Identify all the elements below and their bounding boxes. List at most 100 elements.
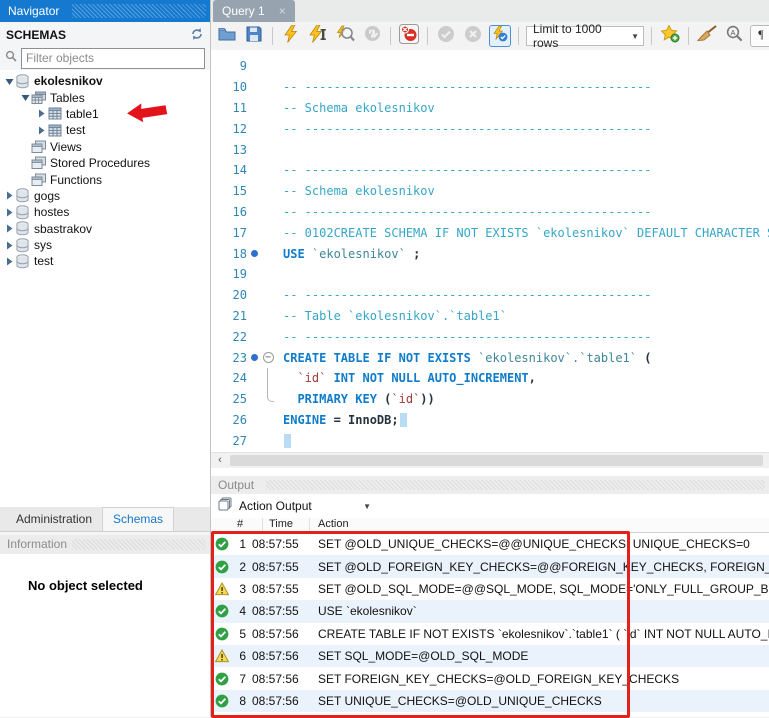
- save-icon: [246, 26, 262, 47]
- toggle-autocommit-button[interactable]: [489, 25, 511, 47]
- row-index: 8: [229, 694, 246, 708]
- tab-schemas[interactable]: Schemas: [102, 507, 174, 531]
- sql-editor[interactable]: 910-- ----------------------------------…: [211, 50, 769, 452]
- chevron-down-icon: ▼: [631, 32, 639, 41]
- code-text: -- -------------------------------------…: [275, 205, 651, 219]
- save-snippet-button[interactable]: [659, 25, 681, 47]
- tree-item-label: Views: [47, 140, 82, 154]
- editor-horizontal-scrollbar[interactable]: ‹: [211, 452, 769, 468]
- line-number: 17: [211, 226, 247, 240]
- row-time: 08:57:55: [252, 537, 308, 551]
- tree-collapsed-icon[interactable]: [36, 109, 46, 118]
- code-text: -- 0102CREATE SCHEMA IF NOT EXISTS `ekol…: [275, 226, 769, 240]
- row-index: 4: [229, 604, 246, 618]
- line-number: 27: [211, 434, 247, 448]
- code-text: [275, 434, 291, 448]
- success-icon: [215, 672, 229, 686]
- row-action: CREATE TABLE IF NOT EXISTS `ekolesnikov`…: [318, 627, 769, 641]
- line-number: 12: [211, 122, 247, 136]
- query-tab-label: Query 1: [222, 4, 265, 18]
- tree-item-test[interactable]: test: [0, 253, 210, 269]
- row-time: 08:57:56: [252, 649, 308, 663]
- output-row[interactable]: 408:57:55USE `ekolesnikov`: [211, 600, 769, 622]
- tree-collapsed-icon[interactable]: [4, 191, 14, 200]
- no-object-selected-text: No object selected: [28, 578, 210, 593]
- fold-column: [261, 222, 275, 243]
- text-caret: [284, 434, 291, 448]
- tree-collapsed-icon[interactable]: [4, 208, 14, 217]
- tree-collapsed-icon[interactable]: [4, 224, 14, 233]
- output-grid: 108:57:55SET @OLD_UNIQUE_CHECKS=@@UNIQUE…: [211, 533, 769, 713]
- scroll-left-button[interactable]: ‹: [213, 454, 227, 467]
- scrollbar-thumb[interactable]: [230, 455, 763, 466]
- tab-query1[interactable]: Query 1 ×: [213, 0, 295, 22]
- tree-item-label: sys: [31, 238, 52, 252]
- fold-column: [261, 77, 275, 98]
- tree-item-sys[interactable]: sys: [0, 237, 210, 253]
- execute-button[interactable]: [280, 25, 302, 47]
- tree-collapsed-icon[interactable]: [4, 241, 14, 250]
- tree-item-tables[interactable]: Tables: [0, 89, 210, 105]
- filter-row: [0, 46, 210, 70]
- line-number: 16: [211, 205, 247, 219]
- tree-collapsed-icon[interactable]: [4, 257, 14, 266]
- information-hatch: [72, 539, 206, 550]
- svg-text:¶: ¶: [758, 27, 764, 40]
- tree-item-sbastrakov[interactable]: sbastrakov: [0, 221, 210, 237]
- output-row[interactable]: 108:57:55SET @OLD_UNIQUE_CHECKS=@@UNIQUE…: [211, 533, 769, 555]
- column-index: #: [211, 518, 263, 532]
- editor-tab-bar: Query 1 ×: [211, 0, 769, 22]
- tree-item-views[interactable]: Views: [0, 139, 210, 155]
- toggle-stop-on-error-button[interactable]: [398, 25, 420, 47]
- tree-item-ekolesnikov[interactable]: ekolesnikov: [0, 73, 210, 89]
- stop-button[interactable]: [361, 25, 383, 47]
- editor-line-27: 27: [211, 430, 769, 451]
- refresh-schemas-icon[interactable]: [190, 27, 204, 44]
- output-row[interactable]: 808:57:56SET UNIQUE_CHECKS=@OLD_UNIQUE_C…: [211, 690, 769, 712]
- sql-editor-toolbar: Limit to 1000 rows▼A¶: [211, 22, 769, 51]
- commit-button[interactable]: [435, 25, 457, 47]
- fold-collapse-icon[interactable]: −: [261, 347, 275, 368]
- tree-expanded-icon[interactable]: [4, 77, 14, 86]
- tree-item-gogs[interactable]: gogs: [0, 188, 210, 204]
- output-row[interactable]: 508:57:56CREATE TABLE IF NOT EXISTS `eko…: [211, 623, 769, 645]
- beautify-button[interactable]: [696, 25, 718, 47]
- success-icon: [215, 560, 229, 574]
- tree-item-hostes[interactable]: hostes: [0, 204, 210, 220]
- tree-collapsed-icon[interactable]: [36, 126, 46, 135]
- database-icon: [14, 254, 31, 269]
- find-button[interactable]: A: [723, 25, 745, 47]
- tree-item-test[interactable]: test: [0, 122, 210, 138]
- tree-item-table1[interactable]: table1: [0, 106, 210, 122]
- text-caret: [400, 413, 407, 427]
- line-number: 18: [211, 247, 247, 261]
- line-number: 11: [211, 101, 247, 115]
- explain-button[interactable]: [334, 25, 356, 47]
- tab-administration[interactable]: Administration: [6, 508, 102, 531]
- open-script-button[interactable]: [216, 25, 238, 47]
- code-text: -- Table `ekolesnikov`.`table1`: [275, 309, 507, 323]
- tree-item-functions[interactable]: Functions: [0, 171, 210, 187]
- code-text: -- -------------------------------------…: [275, 330, 651, 344]
- rollback-button[interactable]: [462, 25, 484, 47]
- toolbar-separator: [518, 27, 519, 45]
- success-icon: [215, 627, 229, 641]
- output-row[interactable]: 308:57:55SET @OLD_SQL_MODE=@@SQL_MODE, S…: [211, 578, 769, 600]
- line-number: 21: [211, 309, 247, 323]
- tree-expanded-icon[interactable]: [20, 93, 30, 102]
- tree-item-stored-procedures[interactable]: Stored Procedures: [0, 155, 210, 171]
- output-row[interactable]: 208:57:55SET @OLD_FOREIGN_KEY_CHECKS=@@F…: [211, 555, 769, 577]
- table-icon: [46, 107, 63, 120]
- output-row[interactable]: 708:57:56SET FOREIGN_KEY_CHECKS=@OLD_FOR…: [211, 667, 769, 689]
- filter-objects-input[interactable]: [21, 48, 205, 69]
- save-script-button[interactable]: [243, 25, 265, 47]
- limit-rows-dropdown[interactable]: Limit to 1000 rows▼: [526, 26, 644, 46]
- execute-current-button[interactable]: [307, 25, 329, 47]
- show-invisibles-button[interactable]: ¶: [750, 25, 769, 47]
- output-view-select[interactable]: Action Output ▼: [239, 499, 371, 513]
- close-tab-icon[interactable]: ×: [279, 5, 286, 17]
- output-row[interactable]: 608:57:56SET SQL_MODE=@OLD_SQL_MODE: [211, 645, 769, 667]
- limit-rows-value: Limit to 1000 rows: [533, 22, 621, 50]
- schemas-section-header: SCHEMAS: [0, 22, 210, 46]
- success-icon: [215, 604, 229, 618]
